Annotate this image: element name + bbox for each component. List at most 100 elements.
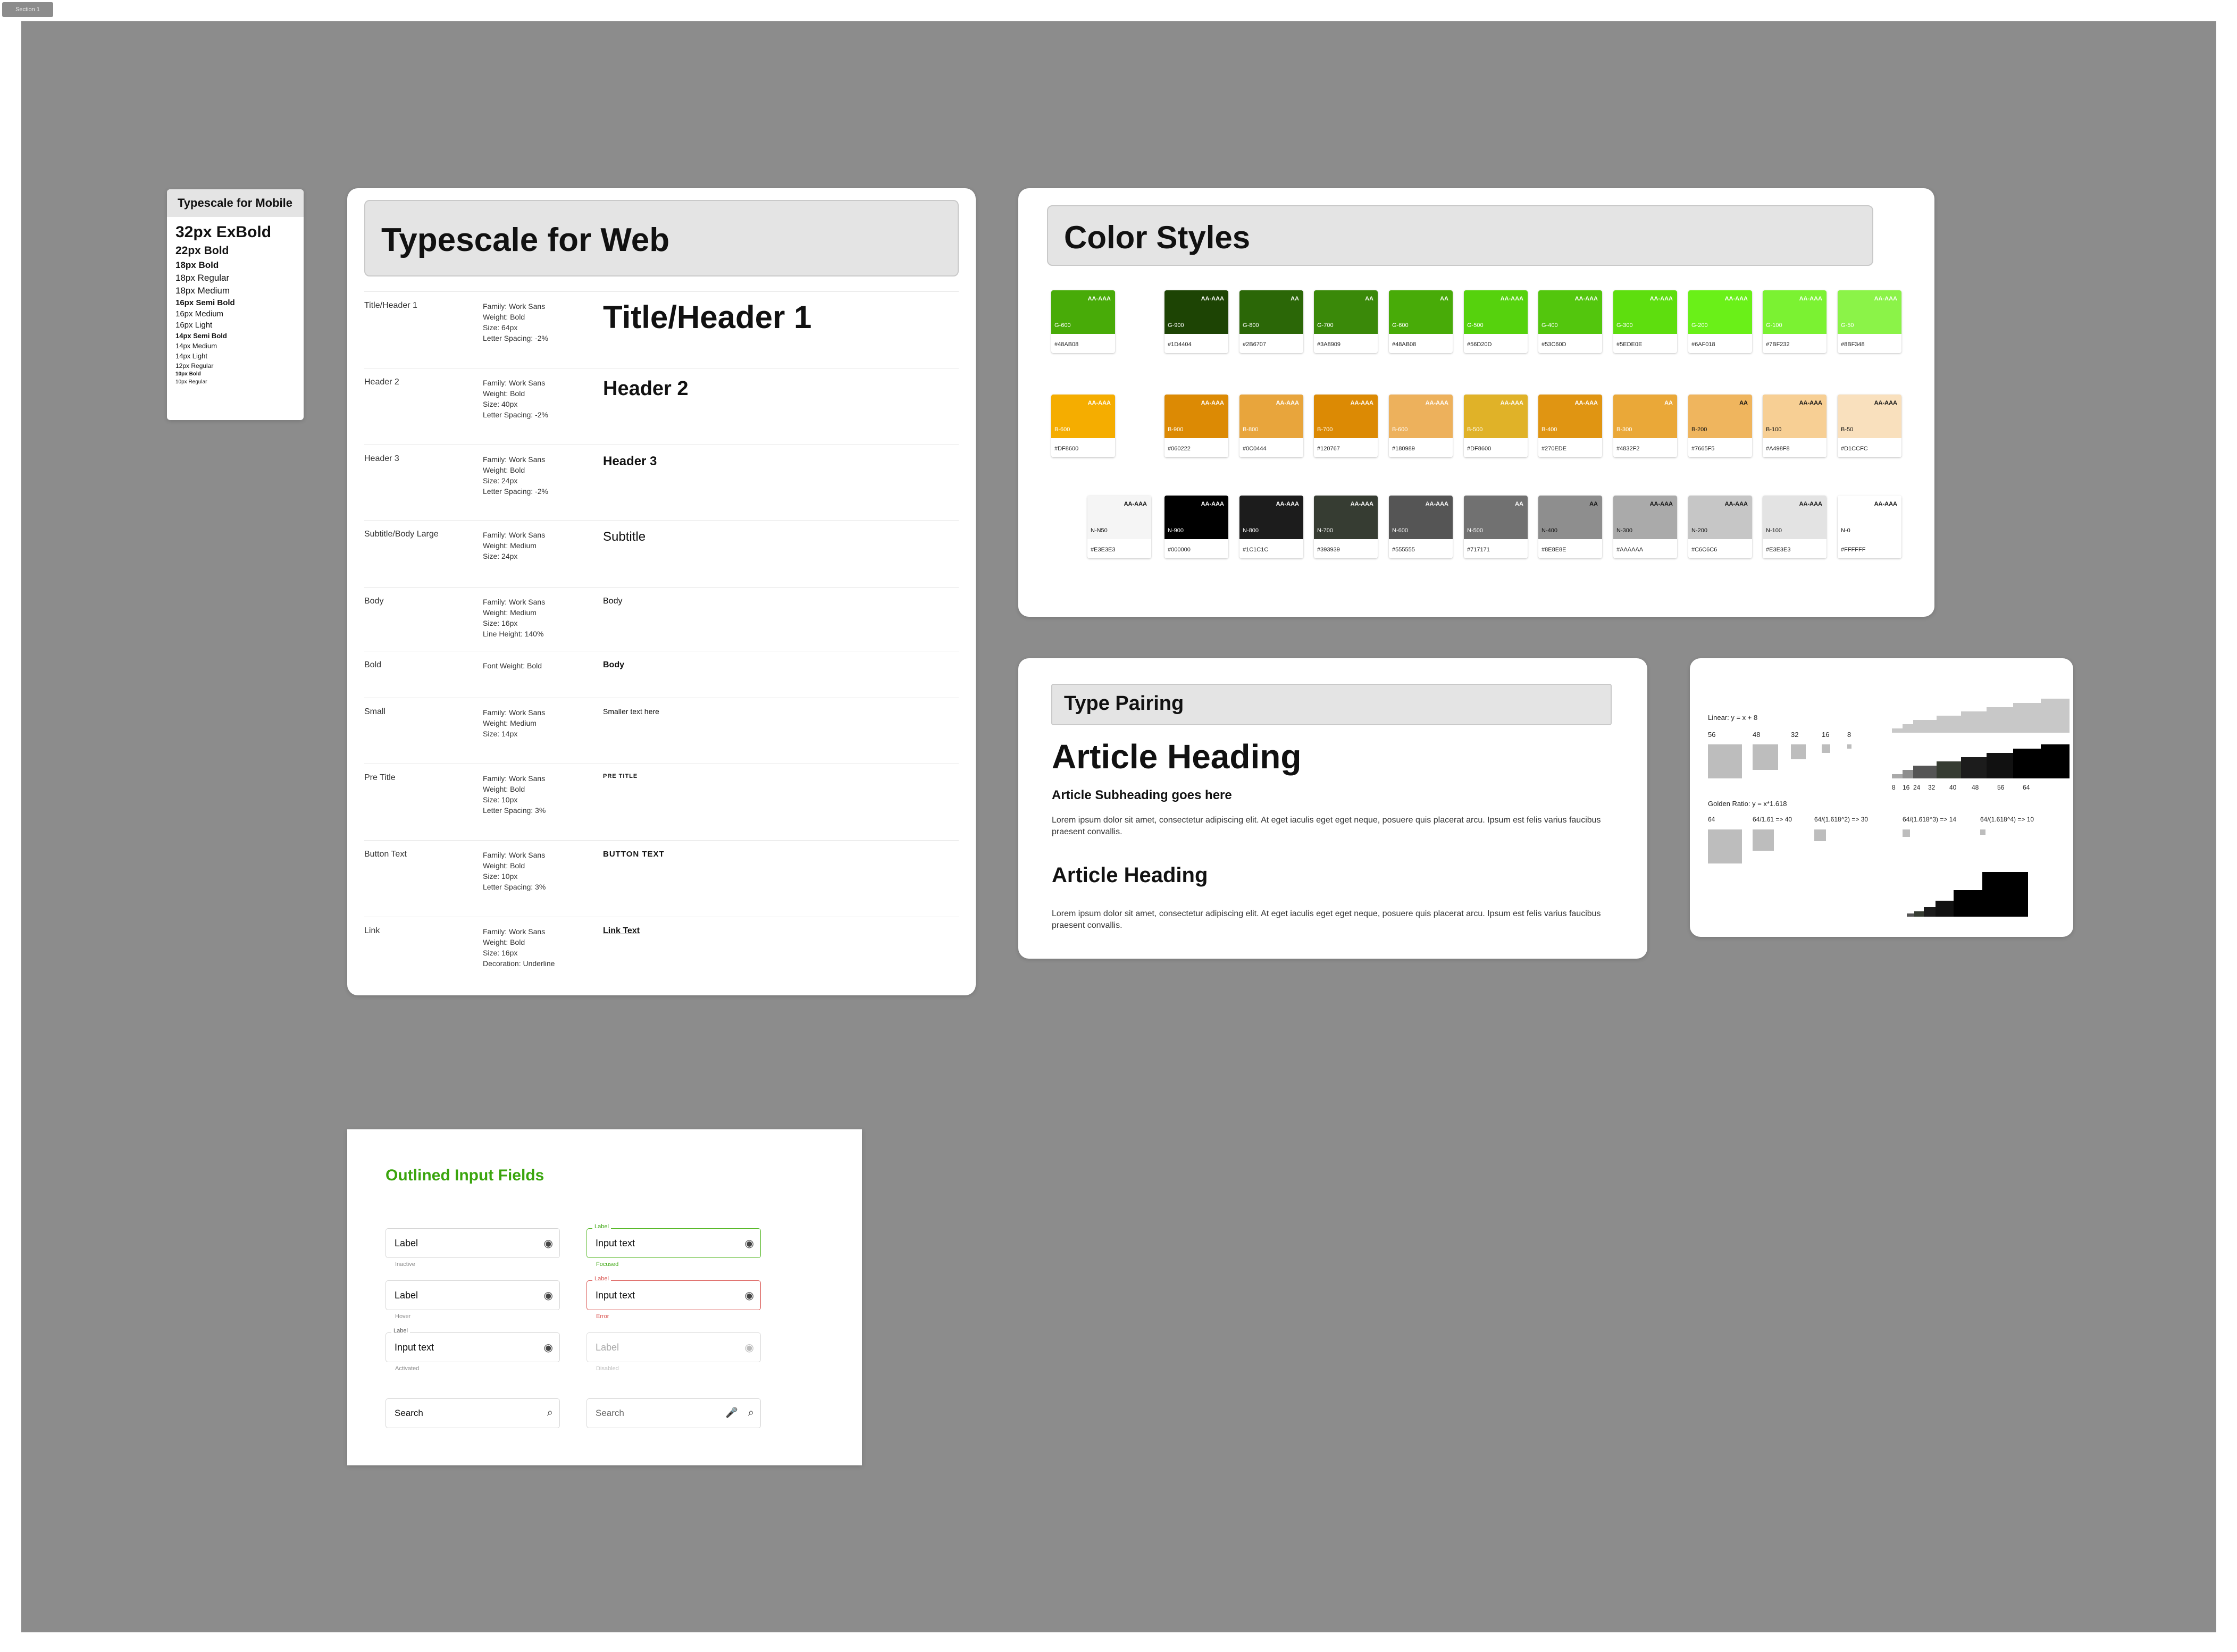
orange-swatch[interactable]: AA B-200 #7665F5: [1688, 395, 1752, 457]
orange-swatch[interactable]: AA-AAA B-700 #120767: [1314, 395, 1378, 457]
orange-swatch[interactable]: AA-AAA B-400 #270EDE: [1538, 395, 1602, 457]
swatch-name: N-600: [1392, 527, 1408, 534]
orange-swatch[interactable]: AA-AAA B-600 #DF8600: [1051, 395, 1115, 457]
eye-icon[interactable]: ◉: [745, 1237, 754, 1250]
input-field-focused[interactable]: Label Input text ◉: [587, 1223, 761, 1258]
neutral-swatch[interactable]: AA-AAA N-600 #555555: [1389, 496, 1453, 558]
input-field-text: Label: [395, 1290, 418, 1301]
linear-value-label: 16: [1822, 731, 1830, 739]
orange-swatch[interactable]: AA-AAA B-50 #D1CCFC: [1838, 395, 1901, 457]
green-swatch[interactable]: AA-AAA G-100 #7BF232: [1763, 290, 1827, 353]
spec-line: Family: Work Sans: [483, 531, 546, 539]
swatch-color: AA-AAA N-300: [1613, 496, 1677, 539]
swatch-hex: #393939: [1317, 547, 1340, 553]
orange-swatch[interactable]: AA-AAA B-100 #A498F8: [1763, 395, 1827, 457]
green-swatch[interactable]: AA G-800 #2B6707: [1239, 290, 1303, 353]
search-input[interactable]: Search ⌕: [386, 1398, 560, 1428]
web-card-header: Typescale for Web: [364, 200, 959, 276]
contrast-level: AA-AAA: [1201, 501, 1224, 507]
contrast-level: AA-AAA: [1799, 400, 1822, 406]
neutral-swatch[interactable]: AA-AAA N-200 #C6C6C6: [1688, 496, 1752, 558]
search-icon[interactable]: ⌕: [547, 1407, 553, 1419]
golden-value-square: [1708, 829, 1742, 863]
eye-icon[interactable]: ◉: [544, 1341, 553, 1354]
green-swatch[interactable]: AA-AAA G-400 #53C60D: [1538, 290, 1602, 353]
type-pairing-card[interactable]: Type Pairing Article Heading Article Sub…: [1018, 658, 1647, 959]
spec-line: Weight: Medium: [483, 608, 537, 617]
neutral-swatch[interactable]: AA-AAA N-700 #393939: [1314, 496, 1378, 558]
typescale-web-card[interactable]: Typescale for Web Title/Header 1 Family: …: [347, 188, 976, 995]
swatch-name: G-200: [1691, 322, 1708, 329]
typescale-mobile-card[interactable]: Typescale for Mobile 32px ExBold 22px Bol…: [167, 189, 304, 420]
swatch-color: AA-AAA B-600: [1389, 395, 1453, 438]
orange-swatch[interactable]: AA B-300 #4832F2: [1613, 395, 1677, 457]
article-subheading: Article Subheading goes here: [1052, 788, 1232, 802]
input-field-activated[interactable]: Label Input text ◉: [386, 1328, 560, 1362]
neutral-swatch[interactable]: AA-AAA N-300 #AAAAAA: [1613, 496, 1677, 558]
green-swatch[interactable]: AA-AAA G-50 #8BF348: [1838, 290, 1901, 353]
outlined-input-fields-card[interactable]: Outlined Input Fields Label ◉ Inactive Labe…: [347, 1129, 862, 1465]
input-field-inactive[interactable]: Label ◉: [386, 1228, 560, 1258]
section-label[interactable]: Section 1: [2, 2, 53, 17]
web-type-spec: Family: Work Sans Weight: Medium Size: 24p…: [483, 530, 545, 561]
web-type-label: Small: [364, 707, 386, 716]
search-icon[interactable]: ⌕: [748, 1407, 754, 1419]
linear-value-label: 32: [1791, 731, 1799, 739]
axis-tick-label: 56: [1997, 784, 2005, 791]
contrast-level: AA-AAA: [1874, 501, 1897, 507]
green-swatch[interactable]: AA G-700 #3A8909: [1314, 290, 1378, 353]
linear-value-square: [1791, 744, 1806, 759]
green-swatch[interactable]: AA-AAA G-900 #1D4404: [1164, 290, 1228, 353]
green-swatch[interactable]: AA-AAA G-500 #56D20D: [1464, 290, 1528, 353]
neutral-swatch[interactable]: AA N-500 #717171: [1464, 496, 1528, 558]
swatch-name: B-200: [1691, 426, 1707, 433]
swatch-hex: #8E8E8E: [1541, 547, 1566, 553]
eye-icon[interactable]: ◉: [544, 1289, 553, 1302]
green-swatch[interactable]: AA G-600 #48AB08: [1389, 290, 1453, 353]
contrast-level: AA-AAA: [1201, 400, 1224, 406]
green-swatch[interactable]: AA-AAA G-600 #48AB08: [1051, 290, 1115, 353]
microphone-icon[interactable]: 🎤: [725, 1406, 738, 1419]
spacing-scale-card[interactable]: Linear: y = x + 8 56 48 32 16 8 8 16 24 32 40 48 5…: [1690, 658, 2073, 937]
green-swatch[interactable]: AA-AAA G-300 #5EDE0E: [1613, 290, 1677, 353]
swatch-color: AA-AAA N-N50: [1087, 496, 1151, 539]
swatch-color: AA-AAA G-900: [1164, 290, 1228, 334]
swatch-hex: #DF8600: [1467, 446, 1492, 452]
orange-swatch[interactable]: AA-AAA B-800 #0C0444: [1239, 395, 1303, 457]
search-input-voice[interactable]: Search 🎤 ⌕: [587, 1398, 761, 1428]
input-field-error[interactable]: Label Input text ◉: [587, 1276, 761, 1310]
linear-stair-dark: [1937, 761, 1961, 778]
web-type-sample: Title/Header 1: [603, 299, 812, 335]
orange-swatch[interactable]: AA-AAA B-600 #180989: [1389, 395, 1453, 457]
input-field-disabled[interactable]: Label ◉: [587, 1332, 761, 1362]
mobile-type-sample: 10px Bold: [175, 371, 201, 377]
neutral-swatch[interactable]: AA-AAA N-800 #1C1C1C: [1239, 496, 1303, 558]
spec-line: Weight: Bold: [483, 861, 525, 870]
neutral-swatch[interactable]: AA-AAA N-N50 #E3E3E3: [1087, 496, 1151, 558]
neutral-swatch[interactable]: AA-AAA N-900 #000000: [1164, 496, 1228, 558]
neutral-swatch[interactable]: AA-AAA N-0 #FFFFFF: [1838, 496, 1901, 558]
contrast-level: AA: [1589, 501, 1598, 507]
input-field-hover[interactable]: Label ◉: [386, 1280, 560, 1310]
golden-stair: [1982, 872, 2028, 917]
neutral-swatch[interactable]: AA-AAA N-100 #E3E3E3: [1763, 496, 1827, 558]
green-swatch[interactable]: AA-AAA G-200 #6AF018: [1688, 290, 1752, 353]
orange-swatch[interactable]: AA-AAA B-900 #060222: [1164, 395, 1228, 457]
linear-stair-light: [1961, 711, 1987, 733]
swatch-color: AA-AAA B-500: [1464, 395, 1528, 438]
color-styles-card[interactable]: Color Styles AA-AAA G-600 #48AB08 AA-AAA G-9…: [1018, 188, 1934, 617]
orange-swatch[interactable]: AA-AAA B-500 #DF8600: [1464, 395, 1528, 457]
spec-line: Family: Work Sans: [483, 379, 546, 387]
web-card-title: Typescale for Web: [381, 222, 670, 258]
swatch-name: N-500: [1467, 527, 1483, 534]
contrast-level: AA: [1440, 296, 1448, 302]
neutral-swatch[interactable]: AA N-400 #8E8E8E: [1538, 496, 1602, 558]
eye-icon[interactable]: ◉: [544, 1237, 553, 1250]
eye-icon[interactable]: ◉: [745, 1341, 754, 1354]
eye-icon[interactable]: ◉: [745, 1289, 754, 1302]
input-field-hint: Disabled: [596, 1365, 619, 1372]
swatch-name: G-400: [1541, 322, 1558, 329]
swatch-hex: #AAAAAA: [1616, 547, 1644, 553]
spec-line: Size: 24px: [483, 476, 518, 485]
web-type-spec: Family: Work Sans Weight: Bold Size: 24px L…: [483, 454, 548, 497]
